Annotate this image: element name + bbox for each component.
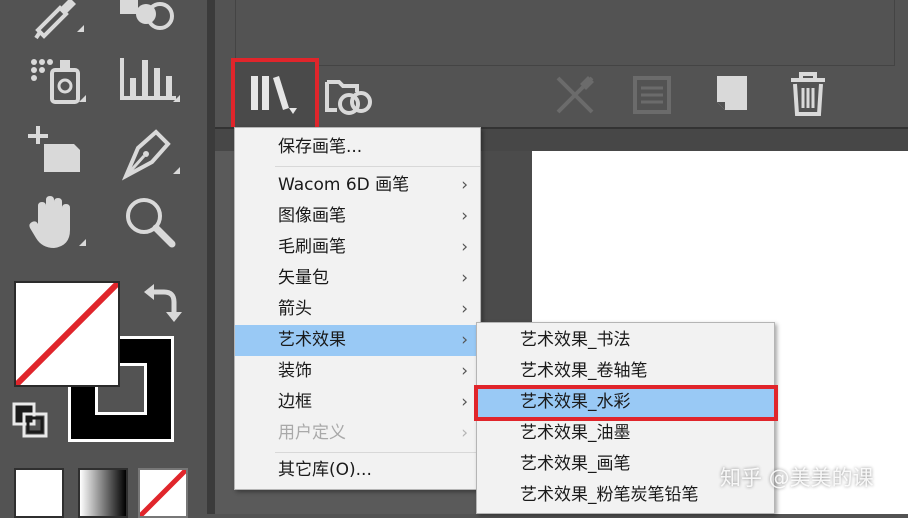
delete-brush-icon[interactable] <box>783 70 833 120</box>
chevron-right-icon: › <box>461 299 468 319</box>
menu-item-label: 矢量包 <box>278 268 329 288</box>
color-mode-button[interactable] <box>14 468 64 518</box>
menu-item-vector-packs[interactable]: 矢量包 › <box>235 263 480 294</box>
eyedropper-icon[interactable] <box>20 0 90 40</box>
chevron-right-icon: › <box>461 175 468 195</box>
menu-item-label: 保存画笔... <box>278 137 363 157</box>
brush-libraries-menu-button[interactable] <box>231 58 319 132</box>
brush-list-area <box>235 0 895 66</box>
menu-item-label: 用户定义 <box>278 423 346 443</box>
menu-item-other-library[interactable]: 其它库(O)... <box>235 455 480 486</box>
menu-item-arrows[interactable]: 箭头 › <box>235 294 480 325</box>
submenu-item-label: 艺术效果_书法 <box>520 330 631 350</box>
menu-item-image-brushes[interactable]: 图像画笔 › <box>235 201 480 232</box>
menu-separator <box>275 452 480 453</box>
chevron-right-icon: › <box>461 237 468 257</box>
new-brush-icon[interactable] <box>707 70 757 120</box>
tools-panel <box>0 0 207 518</box>
menu-item-label: 图像画笔 <box>278 206 346 226</box>
chevron-right-icon: › <box>461 330 468 350</box>
submenu-item-scroll-pen[interactable]: 艺术效果_卷轴笔 <box>477 356 774 387</box>
artboard-icon[interactable] <box>20 120 90 182</box>
chevron-right-icon: › <box>461 268 468 288</box>
watermark: 知乎 @美美的课 <box>720 466 874 490</box>
menu-item-save-brushes[interactable]: 保存画笔... <box>235 132 480 163</box>
menu-item-label: 艺术效果 <box>278 330 346 350</box>
submenu-item-calligraphic[interactable]: 艺术效果_书法 <box>477 325 774 356</box>
fill-swatch[interactable] <box>14 281 120 387</box>
menu-item-label: 装饰 <box>278 361 312 381</box>
none-mode-button[interactable] <box>138 468 188 518</box>
toolbar-divider <box>207 0 215 514</box>
column-graph-icon[interactable] <box>116 48 186 110</box>
menu-item-artistic[interactable]: 艺术效果 › <box>235 325 480 356</box>
cc-libraries-icon[interactable] <box>323 70 373 120</box>
submenu-item-label: 艺术效果_画笔 <box>520 454 631 474</box>
pen-icon[interactable] <box>116 120 186 182</box>
none-slash-icon <box>16 283 118 385</box>
swap-fill-stroke-icon[interactable] <box>140 280 184 324</box>
brush-libraries-menu: 保存画笔... Wacom 6D 画笔 › 图像画笔 › 毛刷画笔 › 矢量包 … <box>234 127 481 490</box>
submenu-item-ink[interactable]: 艺术效果_油墨 <box>477 418 774 449</box>
submenu-item-label: 艺术效果_卷轴笔 <box>520 361 648 381</box>
menu-item-label: Wacom 6D 画笔 <box>278 175 410 195</box>
menu-item-user-defined: 用户定义 › <box>235 418 480 449</box>
libraries-icon <box>251 76 297 114</box>
chevron-right-icon: › <box>461 206 468 226</box>
zoom-icon[interactable] <box>116 192 186 254</box>
menu-item-wacom-6d[interactable]: Wacom 6D 画笔 › <box>235 170 480 201</box>
hand-icon[interactable] <box>22 192 92 254</box>
symbol-sprayer-icon[interactable] <box>22 48 92 110</box>
menu-separator <box>275 166 480 167</box>
shape-builder-icon[interactable] <box>112 0 182 40</box>
chevron-right-icon: › <box>461 392 468 412</box>
watercolor-highlight-box <box>474 385 778 421</box>
menu-item-label: 毛刷画笔 <box>278 237 346 257</box>
menu-item-label: 其它库(O)... <box>278 460 372 480</box>
chevron-right-icon: › <box>461 361 468 381</box>
gradient-mode-button[interactable] <box>78 468 128 518</box>
submenu-item-label: 艺术效果_粉笔炭笔铅笔 <box>520 485 699 505</box>
menu-item-decorative[interactable]: 装饰 › <box>235 356 480 387</box>
chevron-right-icon: › <box>461 423 468 443</box>
submenu-item-label: 艺术效果_油墨 <box>520 423 631 443</box>
menu-item-bristle-brushes[interactable]: 毛刷画笔 › <box>235 232 480 263</box>
menu-item-label: 箭头 <box>278 299 312 319</box>
default-fill-stroke-icon[interactable] <box>10 400 54 444</box>
brushes-panel <box>215 0 908 132</box>
remove-brush-stroke-icon[interactable] <box>550 70 600 120</box>
color-mode-row <box>10 460 190 518</box>
menu-item-borders[interactable]: 边框 › <box>235 387 480 418</box>
none-slash-icon <box>140 470 186 516</box>
menu-item-label: 边框 <box>278 392 312 412</box>
brush-options-icon[interactable] <box>627 70 677 120</box>
